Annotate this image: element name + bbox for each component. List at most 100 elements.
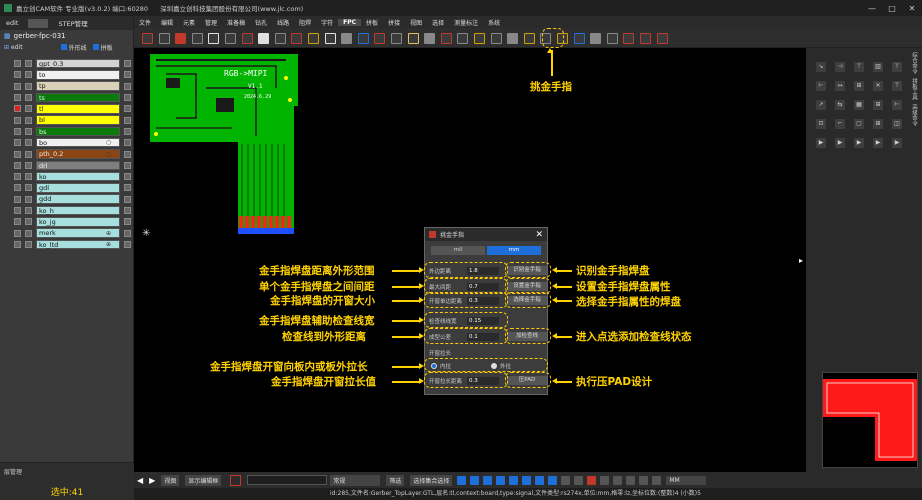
toolbar-tool-icon[interactable] xyxy=(374,33,386,44)
tab-advanced-commands[interactable]: 高级命令 xyxy=(910,104,918,126)
minimize-icon[interactable]: — xyxy=(862,4,882,13)
dialog-close-icon[interactable]: ✕ xyxy=(535,230,543,240)
bottom-tool-icon[interactable] xyxy=(522,475,532,485)
bottom-tool-icon[interactable] xyxy=(535,475,545,485)
layer-row[interactable]: gpt_0.3 xyxy=(0,58,134,69)
layer-name[interactable]: bl xyxy=(36,115,120,125)
bottom-tool-icon[interactable] xyxy=(652,475,662,485)
command-button-icon[interactable]: ⊞ xyxy=(873,119,883,129)
layer-row[interactable]: ko xyxy=(0,171,134,182)
layer-lock-checkbox[interactable] xyxy=(124,195,131,203)
toolbar-tool-icon[interactable] xyxy=(258,33,270,44)
layer-lock-checkbox[interactable] xyxy=(124,105,131,113)
layer-lock-checkbox[interactable] xyxy=(124,71,131,79)
layer-lock-checkbox[interactable] xyxy=(124,150,131,158)
toolbar-tool-icon[interactable] xyxy=(191,33,203,44)
layer-visible-checkbox[interactable] xyxy=(14,218,21,226)
project-name-row[interactable]: ▦ gerber-fpc-031 xyxy=(0,30,133,42)
layer-edit-checkbox[interactable] xyxy=(25,71,32,79)
command-button-icon[interactable]: ◫ xyxy=(892,119,902,129)
toolbar-tool-icon[interactable] xyxy=(424,33,436,44)
menu-item[interactable]: 视图 xyxy=(405,18,427,27)
select-frame-icon[interactable] xyxy=(230,474,242,486)
command-button-icon[interactable]: ⊤ xyxy=(892,81,902,91)
layer-visible-checkbox[interactable] xyxy=(14,173,21,181)
command-button-icon[interactable]: ▶ xyxy=(892,138,902,148)
layer-row[interactable]: drl xyxy=(0,160,134,171)
layer-visible-checkbox[interactable] xyxy=(14,184,21,192)
layer-lock-checkbox[interactable] xyxy=(124,116,131,124)
layer-edit-checkbox[interactable] xyxy=(25,240,32,248)
layer-name[interactable]: bs xyxy=(36,126,120,137)
panel-collapse-icon[interactable]: ▸ xyxy=(799,256,803,265)
layer-lock-checkbox[interactable] xyxy=(124,173,131,181)
menu-item[interactable]: 字符 xyxy=(316,18,338,27)
toolbar-tool-icon[interactable] xyxy=(391,33,402,44)
toolbar-tool-icon[interactable] xyxy=(341,33,353,44)
close-icon[interactable]: ✕ xyxy=(902,4,922,13)
layer-row[interactable]: bo ○ xyxy=(0,137,134,148)
menu-item[interactable]: 管理 xyxy=(200,18,222,27)
layer-lock-checkbox[interactable] xyxy=(124,184,131,192)
command-button-icon[interactable]: ✕ xyxy=(873,81,883,91)
layer-lock-checkbox[interactable] xyxy=(124,127,131,135)
unit-mil-button[interactable]: mil xyxy=(431,246,485,255)
layer-row[interactable]: gdl xyxy=(0,182,134,193)
tab-step-manage[interactable]: STEP管理 xyxy=(52,18,93,28)
toolbar-tool-icon[interactable] xyxy=(308,33,319,44)
layer-visible-checkbox[interactable] xyxy=(14,127,21,135)
selection-set-button[interactable]: 选择集合选择 xyxy=(410,474,453,486)
layer-visible-checkbox[interactable] xyxy=(14,150,21,158)
layer-visible-checkbox[interactable] xyxy=(14,161,21,169)
layer-lock-checkbox[interactable] xyxy=(124,94,131,102)
toolbar-tool-icon[interactable] xyxy=(158,33,170,44)
command-button-icon[interactable]: ▢ xyxy=(854,119,864,129)
command-button-icon[interactable]: ↔ xyxy=(835,81,845,91)
layer-visible-checkbox[interactable] xyxy=(14,195,21,203)
layer-visible-checkbox[interactable] xyxy=(14,229,21,237)
bottom-tool-icon[interactable] xyxy=(548,475,558,485)
layer-row[interactable]: ko_jg xyxy=(0,216,134,227)
bottom-tool-icon[interactable] xyxy=(496,475,506,485)
split-checkbox[interactable] xyxy=(92,44,99,50)
command-button-icon[interactable]: ↘ xyxy=(816,62,826,72)
bottom-tool-icon[interactable] xyxy=(600,475,610,485)
tab-edit[interactable]: edit xyxy=(0,19,24,27)
toolbar-tool-icon[interactable] xyxy=(507,33,519,44)
toolbar-tool-icon[interactable] xyxy=(407,33,419,44)
minimap[interactable] xyxy=(822,372,918,468)
layer-row[interactable]: tl xyxy=(0,103,134,114)
command-button-icon[interactable]: ▥ xyxy=(873,62,883,72)
prev-icon[interactable]: ◀ xyxy=(137,476,143,485)
layer-row[interactable]: tp xyxy=(0,81,134,92)
command-button-icon[interactable]: ⊤ xyxy=(854,62,864,72)
layer-manage-button[interactable]: 层管理 xyxy=(0,463,134,480)
unit-mm-button[interactable]: mm xyxy=(487,246,541,255)
toolbar-tool-icon[interactable] xyxy=(175,33,187,44)
layer-row[interactable]: ko_ltd ⊕ xyxy=(0,239,134,250)
menu-item[interactable]: 测量标注 xyxy=(449,18,483,27)
command-button-icon[interactable]: ⊤ xyxy=(892,62,902,72)
layer-edit-checkbox[interactable] xyxy=(25,127,32,135)
layer-name[interactable]: tp xyxy=(36,81,120,91)
toolbar-tool-icon[interactable] xyxy=(640,33,651,44)
layer-visible-checkbox[interactable] xyxy=(14,82,21,90)
layer-edit-checkbox[interactable] xyxy=(25,139,32,147)
command-button-icon[interactable]: ⌐ xyxy=(835,119,845,129)
toolbar-tool-icon[interactable] xyxy=(490,33,502,44)
command-button-icon[interactable]: ▶ xyxy=(835,138,845,148)
layer-name[interactable]: to xyxy=(36,70,120,80)
menu-item[interactable]: FPC xyxy=(338,18,362,26)
view-select[interactable]: 视图 xyxy=(161,474,180,486)
layer-visible-checkbox[interactable] xyxy=(14,71,21,79)
layer-visible-checkbox[interactable] xyxy=(14,116,21,124)
bottom-tool-icon[interactable] xyxy=(626,475,636,485)
toolbar-tool-icon[interactable] xyxy=(274,33,286,44)
layer-lock-checkbox[interactable] xyxy=(124,82,131,90)
toolbar-tool-icon[interactable] xyxy=(474,33,485,44)
tab-general-commands[interactable]: 综合命令 xyxy=(910,52,918,74)
layer-visible-checkbox[interactable] xyxy=(14,207,21,214)
command-button-icon[interactable]: ⊞ xyxy=(854,81,864,91)
layer-lock-checkbox[interactable] xyxy=(124,218,131,226)
command-button-icon[interactable]: ⊢ xyxy=(892,100,902,110)
